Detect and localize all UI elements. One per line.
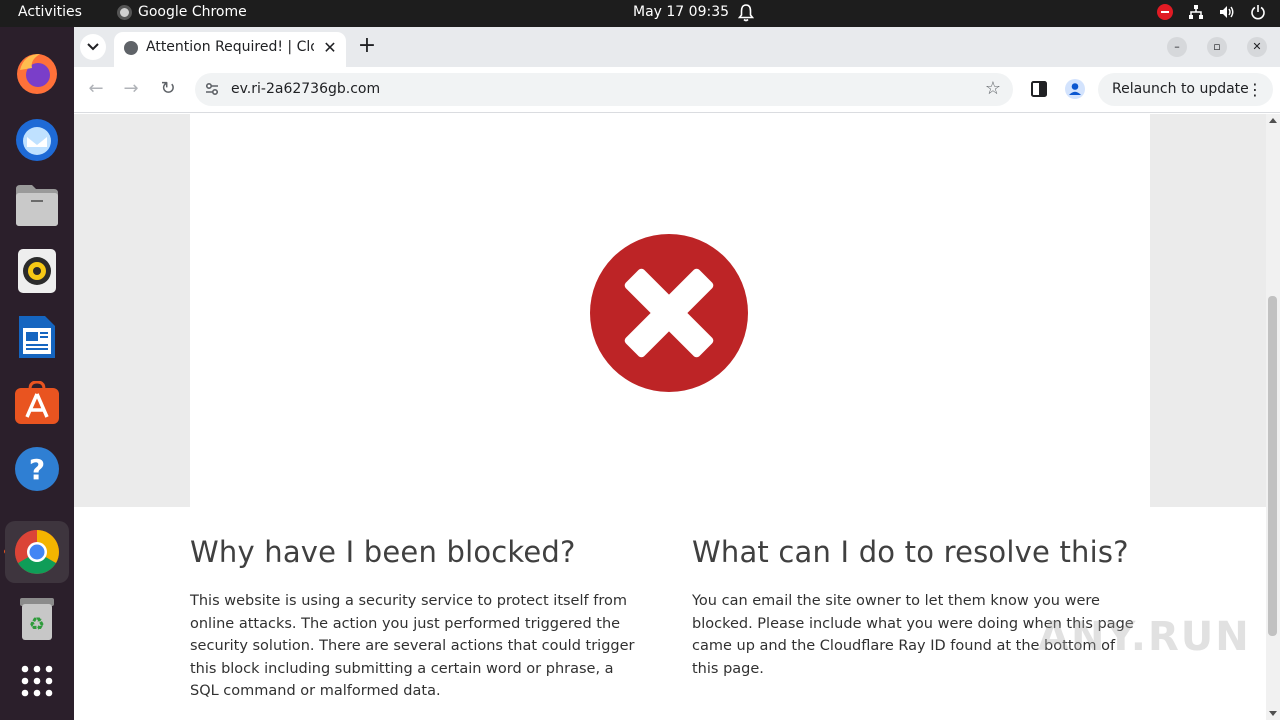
help-icon: ? <box>15 447 59 491</box>
tab-search-button[interactable] <box>80 34 106 60</box>
tab-title: Attention Required! | Cloudflare <box>146 39 314 55</box>
rhythmbox-launcher[interactable] <box>13 247 61 295</box>
thunderbird-launcher[interactable] <box>13 115 61 163</box>
volume-icon[interactable] <box>1219 4 1235 20</box>
app-center-icon <box>15 381 59 424</box>
system-tray[interactable] <box>1157 4 1266 20</box>
help-launcher[interactable]: ? <box>13 445 61 493</box>
close-window-button[interactable]: ✕ <box>1247 37 1267 57</box>
profile-avatar-icon[interactable] <box>1064 78 1086 100</box>
side-panel-icon[interactable] <box>1028 78 1050 100</box>
scrollbar-thumb[interactable] <box>1268 296 1277 636</box>
trash-launcher[interactable]: ♻ <box>13 595 61 643</box>
network-icon[interactable] <box>1188 4 1204 20</box>
activities-button[interactable]: Activities <box>18 4 82 20</box>
update-indicator-icon[interactable] <box>1157 4 1173 20</box>
relaunch-label: Relaunch to update <box>1112 81 1249 97</box>
tab-strip: Attention Required! | Cloudflare ✕ + – ▫… <box>74 27 1280 67</box>
why-blocked-text: This website is using a security service… <box>190 593 635 700</box>
why-blocked-section: Why have I been blocked? This website is… <box>190 535 640 703</box>
chrome-launcher[interactable] <box>5 521 69 583</box>
chrome-icon <box>15 530 59 574</box>
scroll-up-arrow[interactable] <box>1269 118 1277 123</box>
site-info-icon[interactable] <box>205 82 219 96</box>
files-launcher[interactable] <box>13 181 61 229</box>
power-icon[interactable] <box>1250 4 1266 20</box>
svg-text:?: ? <box>29 453 45 486</box>
thunderbird-icon <box>16 119 58 161</box>
globe-icon <box>124 41 138 55</box>
app-name: Google Chrome <box>138 4 247 20</box>
firefox-launcher[interactable] <box>13 49 61 97</box>
scroll-down-arrow[interactable] <box>1269 711 1277 716</box>
system-top-bar: Activities Google Chrome May 17 09:35 <box>0 0 1280 27</box>
active-tab[interactable]: Attention Required! | Cloudflare ✕ <box>114 32 346 67</box>
browser-toolbar: ← → ↻ ev.ri-2a62736gb.com ☆ Relaunch to … <box>74 67 1280 113</box>
resolve-heading: What can I do to resolve this? <box>692 535 1129 569</box>
maximize-button[interactable]: ▫ <box>1207 37 1227 57</box>
minimize-button[interactable]: – <box>1167 37 1187 57</box>
notification-bell-icon[interactable] <box>738 4 754 22</box>
chrome-app-icon <box>117 4 132 20</box>
page-scrollbar[interactable] <box>1266 114 1280 720</box>
why-blocked-heading: Why have I been blocked? <box>190 535 576 569</box>
libreoffice-writer-launcher[interactable] <box>13 313 61 361</box>
anyrun-watermark: ANY.RUN <box>1038 614 1251 660</box>
writer-icon <box>19 316 55 358</box>
app-center-launcher[interactable] <box>13 379 61 427</box>
url-text: ev.ri-2a62736gb.com <box>231 81 381 97</box>
more-menu-icon[interactable]: ⋮ <box>1247 73 1263 106</box>
new-tab-button[interactable]: + <box>356 35 378 57</box>
chevron-down-icon <box>87 43 99 51</box>
files-icon <box>16 185 58 226</box>
dock: ? ♻ <box>0 27 74 720</box>
forward-button[interactable]: → <box>119 77 143 101</box>
app-menu[interactable]: Google Chrome <box>117 4 247 20</box>
firefox-icon <box>17 54 57 94</box>
trash-icon: ♻ <box>20 598 54 640</box>
svg-text:♻: ♻ <box>29 614 45 635</box>
clock[interactable]: May 17 09:35 <box>633 4 729 20</box>
back-button[interactable]: ← <box>84 77 108 101</box>
relaunch-to-update-button[interactable]: Relaunch to update ⋮ <box>1098 73 1273 106</box>
bookmark-star-icon[interactable]: ☆ <box>985 78 1001 99</box>
show-apps-button[interactable] <box>13 657 61 705</box>
blocked-error-icon <box>590 234 748 392</box>
close-tab-icon[interactable]: ✕ <box>320 38 340 58</box>
address-bar[interactable]: ev.ri-2a62736gb.com ☆ <box>195 73 1013 106</box>
grid-icon <box>21 665 53 697</box>
rhythmbox-icon <box>18 249 56 293</box>
page-viewport: Why have I been blocked? This website is… <box>74 114 1266 720</box>
reload-button[interactable]: ↻ <box>156 77 180 101</box>
